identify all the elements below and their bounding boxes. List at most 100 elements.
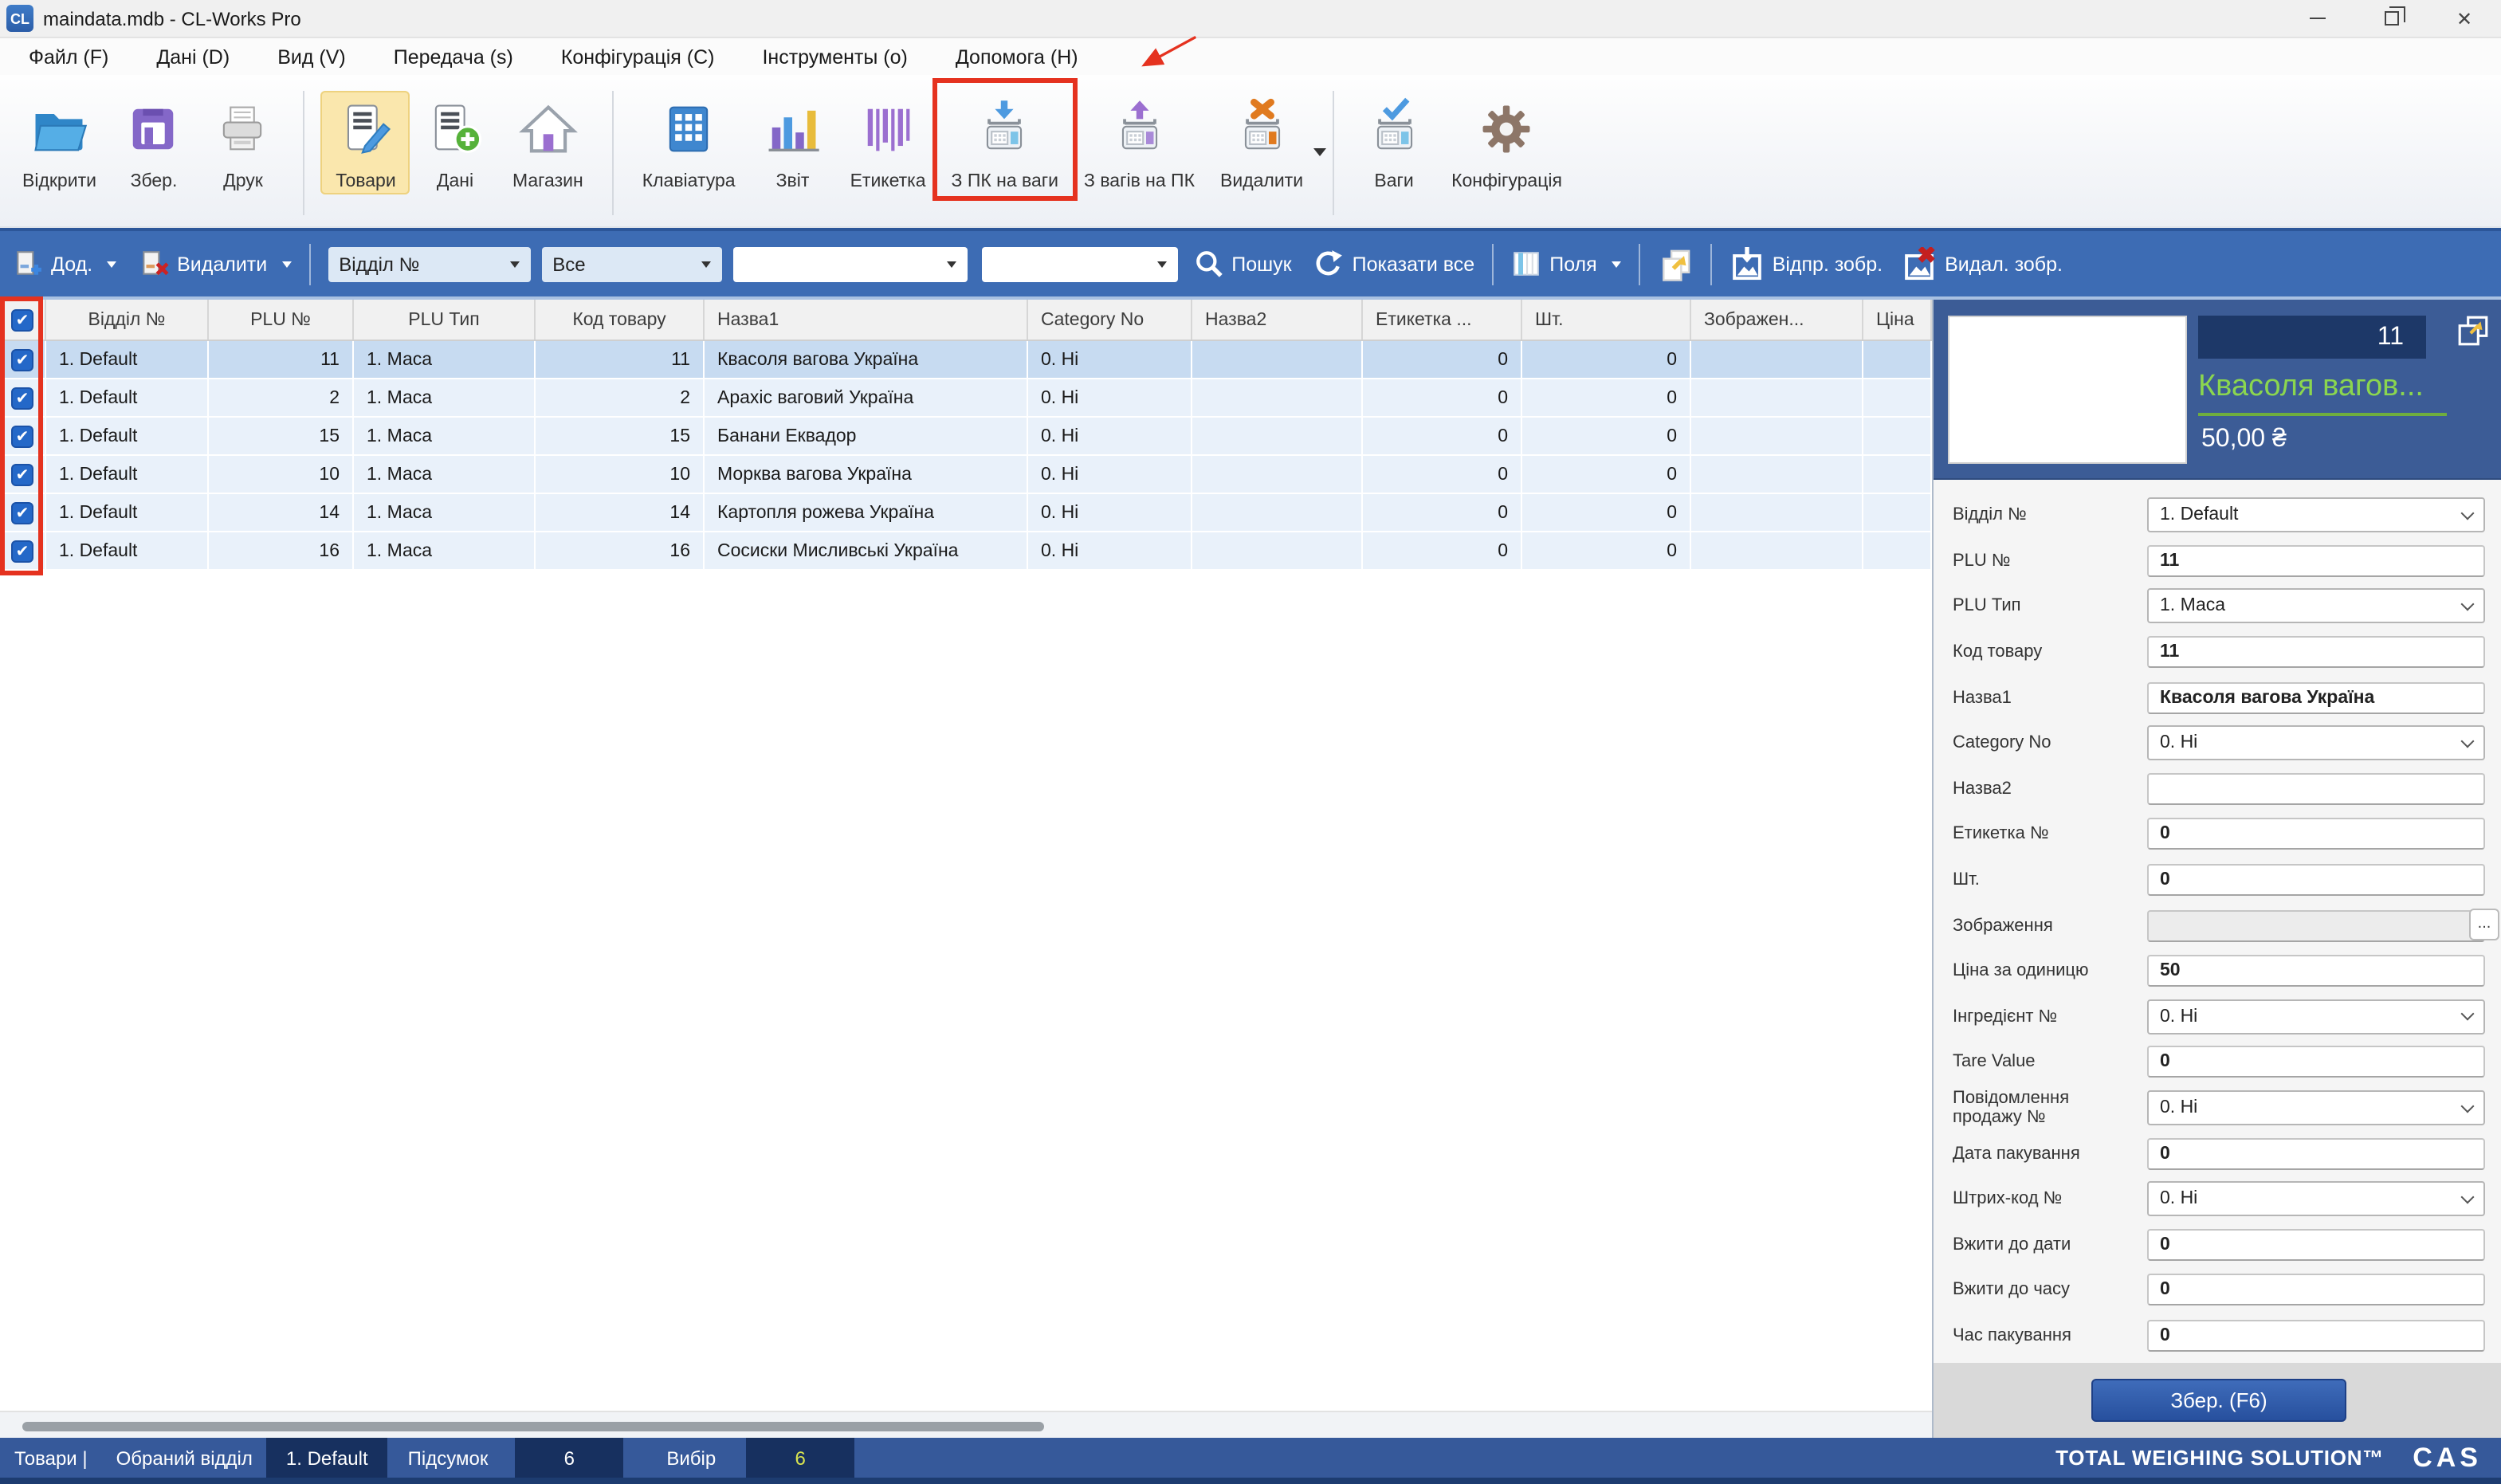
configuration-button[interactable]: Конфігурація [1439, 91, 1575, 194]
column-header[interactable]: Category No [1028, 300, 1192, 340]
open-button[interactable]: Відкрити [10, 91, 109, 194]
column-header[interactable]: PLU № [209, 300, 354, 340]
show-all-button[interactable]: Показати все [1314, 249, 1475, 279]
field-input[interactable] [2147, 636, 2485, 668]
field-input[interactable] [2147, 1274, 2485, 1306]
field-input[interactable] [2147, 955, 2485, 987]
data-button[interactable]: Дані [410, 91, 500, 194]
horizontal-scrollbar[interactable] [0, 1411, 1932, 1438]
field-select[interactable]: 0. Ні [2147, 1090, 2485, 1125]
column-header[interactable]: Відділ № [46, 300, 209, 340]
row-checkbox[interactable]: ✔ [11, 463, 33, 485]
field-input[interactable] [2147, 1320, 2485, 1352]
chevron-down-icon [2461, 506, 2475, 520]
filter-column-select[interactable]: Відділ № [328, 246, 530, 281]
add-dropdown-caret-icon[interactable] [107, 261, 116, 267]
field-input[interactable] [2147, 819, 2485, 850]
scales-button[interactable]: Ваги [1349, 91, 1439, 194]
field-select[interactable]: 0. Ні [2147, 1181, 2485, 1216]
row-checkbox[interactable]: ✔ [11, 425, 33, 447]
print-button[interactable]: Друк [198, 91, 288, 194]
save-f6-button[interactable]: Збер. (F6) [2091, 1379, 2346, 1422]
popout-icon[interactable] [2456, 314, 2490, 347]
field-label: PLU № [1953, 552, 2147, 571]
save-icon [122, 97, 186, 161]
table-row[interactable]: ✔1. Default141. Маса14Картопля рожева Ук… [0, 494, 1932, 532]
toolbar-label: З вагів на ПК [1084, 172, 1195, 191]
column-header[interactable]: Етикетка ... [1363, 300, 1522, 340]
report-button[interactable]: Звіт [748, 91, 838, 194]
delete-dropdown-caret-icon[interactable] [1313, 148, 1325, 156]
select-all-checkbox[interactable]: ✔ [11, 308, 33, 331]
row-checkbox[interactable]: ✔ [11, 387, 33, 409]
status-bar: Товари | Обраний відділ 1. Default Підсу… [0, 1438, 2501, 1478]
column-header[interactable]: PLU Тип [354, 300, 536, 340]
save-button[interactable]: Збер. [109, 91, 198, 194]
field-input[interactable] [2147, 773, 2485, 805]
table-row[interactable]: ✔1. Default161. Маса16Сосиски Мисливські… [0, 532, 1932, 571]
add-button[interactable]: Дод. [13, 249, 116, 279]
table-cell: 0. Ні [1028, 418, 1192, 454]
menu-file[interactable]: Файл (F) [29, 45, 108, 68]
row-checkbox[interactable]: ✔ [11, 501, 33, 524]
pc-to-scales-button[interactable]: З ПК на ваги [939, 91, 1072, 194]
column-header[interactable]: Ціна [1863, 300, 1932, 340]
field-input[interactable] [2147, 1229, 2485, 1261]
field-input[interactable] [2147, 1046, 2485, 1078]
send-image-button[interactable]: Відпр. зобр. [1729, 246, 1883, 281]
menu-view[interactable]: Вид (V) [277, 45, 346, 68]
minimize-button[interactable] [2281, 0, 2354, 37]
table-row[interactable]: ✔1. Default111. Маса11Квасоля вагова Укр… [0, 341, 1932, 379]
field-input[interactable] [2147, 681, 2485, 713]
column-header[interactable]: Назва2 [1192, 300, 1363, 340]
scrollbar-thumb[interactable] [22, 1422, 1044, 1431]
row-checkbox[interactable]: ✔ [11, 348, 33, 371]
image-browse-button[interactable]: ... [2469, 909, 2499, 941]
status-dept-label: Обраний відділ [102, 1447, 267, 1469]
menu-configuration[interactable]: Конфігурація (C) [561, 45, 715, 68]
label-button[interactable]: Етикетка [838, 91, 939, 194]
delete-dropdown-caret-icon[interactable] [281, 261, 291, 267]
close-button[interactable]: ✕ [2428, 0, 2501, 37]
table-row[interactable]: ✔1. Default21. Маса2Арахіс ваговий Украї… [0, 379, 1932, 418]
image-send-icon [1729, 246, 1765, 281]
field-label: Відділ № [1953, 506, 2147, 525]
filter-separator [308, 243, 310, 285]
scales-to-pc-button[interactable]: З вагів на ПК [1071, 91, 1207, 194]
field-select[interactable]: 1. Default [2147, 498, 2485, 533]
filter-value-select[interactable] [732, 246, 967, 281]
copy-button[interactable] [1658, 246, 1693, 281]
select-value: 1. Default [2160, 506, 2238, 525]
delete-button[interactable]: Видалити [139, 249, 291, 279]
menu-data[interactable]: Дані (D) [156, 45, 230, 68]
table-row[interactable]: ✔1. Default151. Маса15Банани Еквадор0. Н… [0, 418, 1932, 456]
field-input[interactable] [2147, 1137, 2485, 1169]
products-button[interactable]: Товари [321, 91, 410, 194]
table-row[interactable]: ✔1. Default101. Маса10Морква вагова Укра… [0, 456, 1932, 494]
store-button[interactable]: Магазин [500, 91, 596, 194]
menu-help[interactable]: Допомога (H) [956, 45, 1078, 68]
menu-tools[interactable]: Інструменты (о) [762, 45, 907, 68]
search-term-select[interactable] [981, 246, 1177, 281]
toolbar-label: Ваги [1374, 172, 1413, 191]
field-select[interactable]: 0. Ні [2147, 726, 2485, 761]
field-input[interactable] [2147, 909, 2485, 941]
field-select[interactable]: 1. Маса [2147, 589, 2485, 624]
column-header[interactable]: Зображен... [1691, 300, 1863, 340]
column-header[interactable]: Шт. [1522, 300, 1691, 340]
fields-button[interactable]: Поля [1511, 249, 1620, 279]
field-input[interactable] [2147, 545, 2485, 577]
delete-image-button[interactable]: Видал. зобр. [1902, 246, 2063, 281]
restore-button[interactable] [2354, 0, 2428, 37]
search-button[interactable]: Пошук [1193, 249, 1291, 279]
menu-transfer[interactable]: Передача (s) [394, 45, 513, 68]
field-input[interactable] [2147, 864, 2485, 896]
keyboard-button[interactable]: Клавіатура [630, 91, 748, 194]
field-select[interactable]: 0. Ні [2147, 999, 2485, 1034]
column-header[interactable]: Код товару [536, 300, 705, 340]
column-header[interactable]: Назва1 [705, 300, 1028, 340]
fields-dropdown-caret-icon[interactable] [1612, 261, 1621, 267]
filter-condition-select[interactable]: Все [541, 246, 721, 281]
row-checkbox[interactable]: ✔ [11, 540, 33, 562]
delete-plu-button[interactable]: Видалити [1207, 91, 1316, 194]
